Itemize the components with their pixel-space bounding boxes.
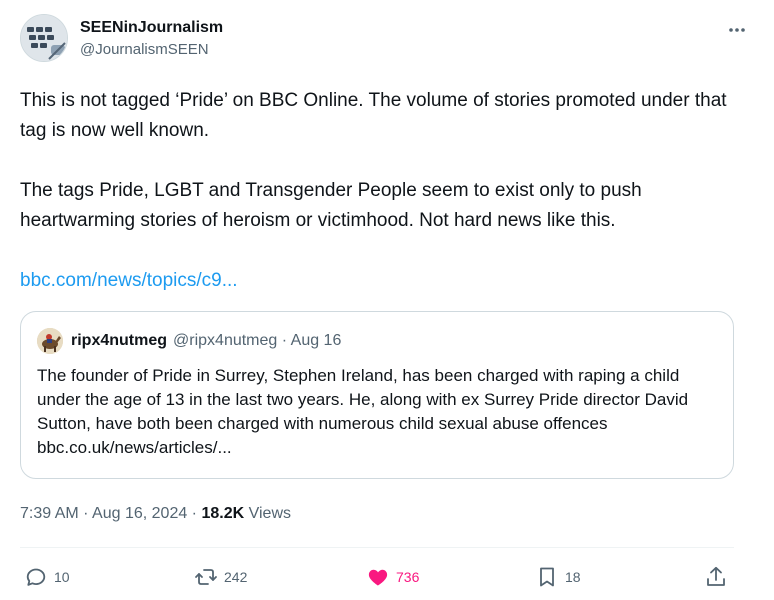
share-icon bbox=[707, 566, 725, 586]
timestamp-date[interactable]: 7:39 AM · Aug 16, 2024 · bbox=[20, 505, 201, 522]
keyboard-avatar-icon bbox=[21, 15, 67, 61]
repost-button[interactable]: 242 bbox=[194, 560, 247, 594]
quote-display-name[interactable]: ripx4nutmeg bbox=[71, 332, 167, 350]
like-count: 736 bbox=[396, 569, 420, 585]
bookmark-button[interactable]: 18 bbox=[535, 560, 581, 594]
heart-filled-icon bbox=[368, 569, 388, 586]
quote-text: The founder of Pride in Surrey, Stephen … bbox=[37, 366, 689, 457]
repost-count: 242 bbox=[224, 569, 248, 585]
quote-author-avatar[interactable] bbox=[37, 328, 63, 354]
tweet-header: SEENinJournalism @JournalismSEEN bbox=[20, 12, 754, 68]
tweet-actions: 10 242 736 18 bbox=[20, 560, 734, 594]
actions-divider bbox=[20, 547, 734, 548]
quote-tweet[interactable]: ripx4nutmeg @ripx4nutmeg · Aug 16 The fo… bbox=[20, 311, 734, 479]
tweet-paragraph-2: The tags Pride, LGBT and Transgender Peo… bbox=[20, 180, 642, 231]
bookmark-icon bbox=[540, 567, 554, 587]
reply-button[interactable]: 10 bbox=[24, 560, 70, 594]
author-handle[interactable]: @JournalismSEEN bbox=[80, 40, 223, 60]
tweet-link[interactable]: bbc.com/news/topics/c9... bbox=[20, 270, 238, 291]
tweet-paragraph-1: This is not tagged ‘Pride’ on BBC Online… bbox=[20, 90, 727, 141]
more-options-button[interactable] bbox=[722, 18, 752, 42]
repost-icon bbox=[195, 569, 217, 585]
views-count: 18.2K bbox=[201, 505, 245, 522]
tweet-text: This is not tagged ‘Pride’ on BBC Online… bbox=[20, 86, 750, 296]
views-label: Views bbox=[244, 505, 291, 522]
author-avatar[interactable] bbox=[20, 14, 68, 62]
author-names: SEENinJournalism @JournalismSEEN bbox=[80, 18, 223, 60]
quote-meta: @ripx4nutmeg · Aug 16 bbox=[173, 332, 342, 349]
horse-avatar-icon bbox=[37, 328, 63, 354]
bookmark-count: 18 bbox=[565, 569, 581, 585]
more-icon bbox=[729, 28, 745, 32]
share-button[interactable] bbox=[704, 560, 728, 594]
reply-count: 10 bbox=[54, 569, 70, 585]
reply-icon bbox=[26, 568, 46, 586]
author-display-name[interactable]: SEENinJournalism bbox=[80, 18, 223, 38]
quote-header: ripx4nutmeg @ripx4nutmeg · Aug 16 bbox=[37, 328, 342, 354]
like-button[interactable]: 736 bbox=[366, 560, 419, 594]
tweet-timestamp: 7:39 AM · Aug 16, 2024 · 18.2K Views bbox=[20, 502, 291, 526]
